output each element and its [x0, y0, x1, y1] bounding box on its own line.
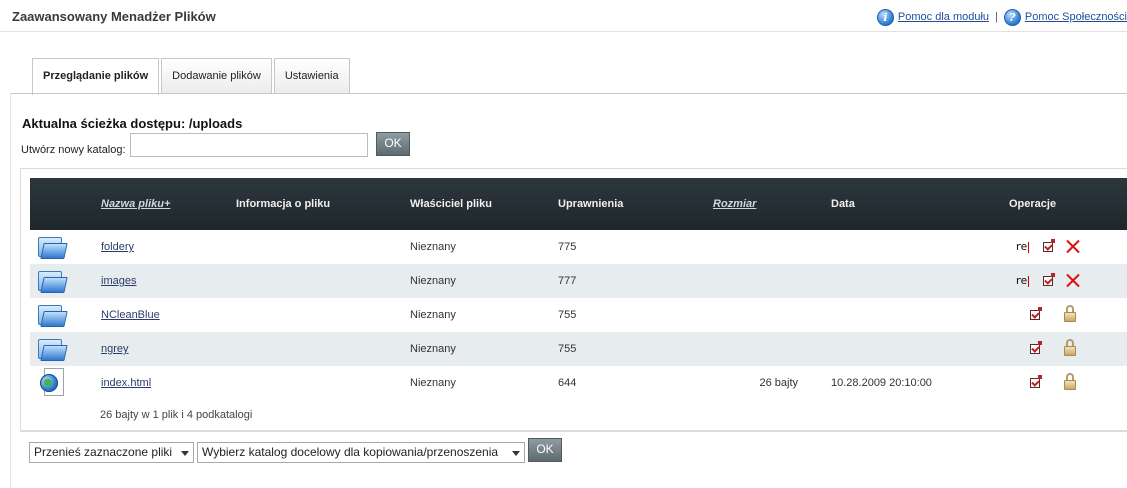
- create-dir-ok-button[interactable]: OK: [376, 132, 410, 156]
- chevron-down-icon: [512, 451, 520, 456]
- rename-icon[interactable]: re: [1015, 230, 1029, 264]
- bulk-action-select[interactable]: Przenieś zaznaczone pliki: [29, 442, 194, 463]
- folder-icon[interactable]: [38, 302, 68, 329]
- help-module-link[interactable]: Pomoc dla modułu: [898, 11, 989, 23]
- table-row: images Nieznany 777 re: [30, 264, 1127, 298]
- bulk-action-ok-button[interactable]: OK: [528, 438, 562, 462]
- help-separator: |: [995, 11, 998, 23]
- column-info: Informacja o pliku: [236, 198, 331, 210]
- lock-icon: [1064, 339, 1076, 357]
- table-row: NCleanBlue Nieznany 755: [30, 298, 1127, 332]
- current-path-title: Aktualna ścieżka dostępu: /uploads: [22, 116, 243, 131]
- column-size[interactable]: Rozmiar: [713, 178, 756, 230]
- tab-add-files[interactable]: Dodawanie plików: [161, 58, 272, 93]
- column-owner: Właściciel pliku: [410, 198, 492, 210]
- help-community-link[interactable]: Pomoc Społeczności: [1025, 11, 1127, 23]
- file-list: Nazwa pliku+ Informacja o pliku Właścici…: [20, 168, 1127, 432]
- file-owner: Nieznany: [410, 377, 456, 389]
- file-date: 10.28.2009 20:10:00: [831, 377, 932, 389]
- app-header: Zaawansowany Menadżer Plików i Pomoc dla…: [0, 0, 1127, 32]
- target-dir-value: Wybierz katalog docelowy dla kopiowania/…: [202, 445, 499, 459]
- file-permissions: 644: [558, 377, 577, 389]
- tab-settings[interactable]: Ustawienia: [273, 58, 350, 93]
- chmod-icon[interactable]: [1043, 239, 1055, 252]
- table-row: foldery Nieznany 775 re: [30, 230, 1127, 264]
- file-permissions: 755: [558, 309, 577, 321]
- file-list-header: Nazwa pliku+ Informacja o pliku Właścici…: [30, 178, 1127, 230]
- app-title: Zaawansowany Menadżer Plików: [12, 9, 216, 24]
- file-name-link[interactable]: index.html: [101, 366, 151, 400]
- file-permissions: 777: [558, 275, 577, 287]
- delete-icon[interactable]: [1066, 239, 1081, 254]
- help-links: i Pomoc dla modułu | ? Pomoc Społecznośc…: [876, 8, 1127, 26]
- new-dir-label: Utwórz nowy katalog:: [21, 144, 126, 156]
- table-row: index.html Nieznany 644 26 bajty 10.28.2…: [30, 366, 1127, 400]
- file-owner: Nieznany: [410, 275, 456, 287]
- file-permissions: 755: [558, 343, 577, 355]
- folder-icon[interactable]: [38, 268, 68, 295]
- chevron-down-icon: [181, 451, 189, 456]
- new-dir-input[interactable]: [130, 133, 368, 157]
- table-row: ngrey Nieznany 755: [30, 332, 1127, 366]
- column-date: Data: [831, 198, 855, 210]
- chmod-icon[interactable]: [1030, 341, 1042, 354]
- lock-icon: [1064, 305, 1076, 323]
- tab-bar: Przeglądanie plików Dodawanie plików Ust…: [32, 58, 352, 95]
- file-size: 26 bajty: [759, 377, 798, 389]
- file-name-link[interactable]: ngrey: [101, 332, 129, 366]
- html-file-icon[interactable]: [40, 368, 66, 398]
- file-permissions: 775: [558, 241, 577, 253]
- chmod-icon[interactable]: [1043, 273, 1055, 286]
- file-owner: Nieznany: [410, 241, 456, 253]
- file-name-link[interactable]: foldery: [101, 230, 134, 264]
- file-name-link[interactable]: images: [101, 264, 136, 298]
- rename-icon[interactable]: re: [1015, 264, 1029, 298]
- file-name-link[interactable]: NCleanBlue: [101, 298, 160, 332]
- bulk-action-value: Przenieś zaznaczone pliki: [34, 445, 173, 459]
- help-icon[interactable]: i: [876, 8, 894, 26]
- column-operations: Operacje: [1009, 198, 1057, 210]
- tab-browse-files[interactable]: Przeglądanie plików: [32, 58, 160, 95]
- column-permissions: Uprawnienia: [558, 198, 624, 210]
- chmod-icon[interactable]: [1030, 375, 1042, 388]
- file-summary: 26 bajty w 1 plik i 4 podkatalogi: [100, 409, 253, 421]
- lock-icon: [1064, 373, 1076, 391]
- community-help-icon[interactable]: ?: [1003, 8, 1021, 26]
- file-owner: Nieznany: [410, 343, 456, 355]
- delete-icon[interactable]: [1066, 273, 1081, 288]
- file-owner: Nieznany: [410, 309, 456, 321]
- folder-icon[interactable]: [38, 336, 68, 363]
- target-dir-select[interactable]: Wybierz katalog docelowy dla kopiowania/…: [197, 442, 525, 463]
- folder-icon[interactable]: [38, 234, 68, 261]
- column-name[interactable]: Nazwa pliku+: [101, 178, 170, 230]
- chmod-icon[interactable]: [1030, 307, 1042, 320]
